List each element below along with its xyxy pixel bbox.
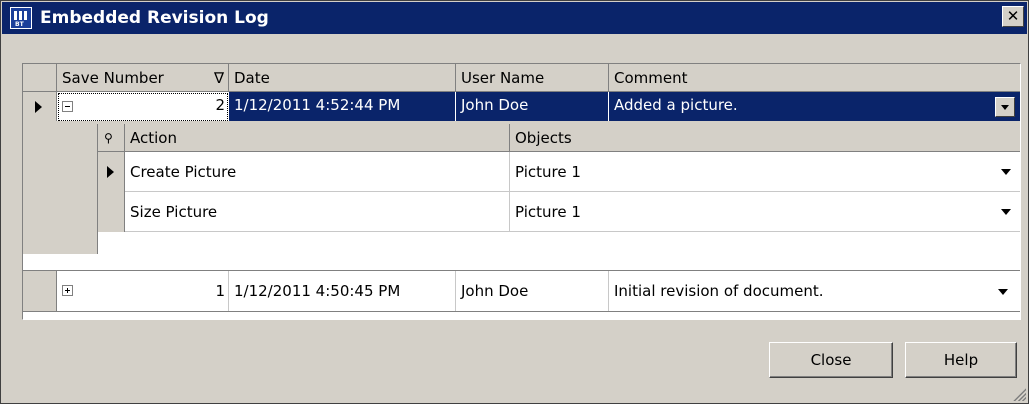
expand-icon[interactable] xyxy=(62,285,73,296)
column-header-date-label: Date xyxy=(234,69,270,87)
column-header-save-number[interactable]: Save Number ∇ xyxy=(57,64,229,92)
revision-grid: Save Number ∇ Date User Name Comment 2 1… xyxy=(22,63,1021,320)
row-selector[interactable] xyxy=(23,271,57,311)
objects-cell[interactable]: Picture 1 xyxy=(510,152,1020,192)
help-button[interactable]: Help xyxy=(905,342,1017,378)
column-header-comment-label: Comment xyxy=(614,69,688,87)
column-header-action[interactable]: Action xyxy=(125,124,510,152)
objects-cell[interactable]: Picture 1 xyxy=(510,192,1020,232)
column-header-date[interactable]: Date xyxy=(229,64,456,92)
row-selector[interactable] xyxy=(23,92,57,122)
chevron-down-icon[interactable] xyxy=(1001,209,1011,215)
comment-text: Added a picture. xyxy=(614,96,738,114)
column-header-save-number-label: Save Number xyxy=(62,69,164,87)
chevron-down-icon[interactable] xyxy=(998,289,1008,295)
title-bar[interactable]: BT Embedded Revision Log ✕ xyxy=(2,2,1027,34)
window-title: Embedded Revision Log xyxy=(40,8,269,28)
revision-log-dialog: BT Embedded Revision Log ✕ Save Number ∇… xyxy=(0,0,1029,404)
resize-grip[interactable] xyxy=(1012,387,1026,401)
table-row[interactable]: 1 xyxy=(57,271,229,311)
column-header-comment[interactable]: Comment xyxy=(609,64,1020,92)
current-row-arrow-icon xyxy=(107,166,114,178)
date-cell[interactable]: 1/12/2011 4:50:45 PM xyxy=(229,271,456,311)
search-icon[interactable]: ⚲ xyxy=(104,124,113,151)
column-header-objects[interactable]: Objects xyxy=(510,124,1020,152)
current-row-arrow-icon xyxy=(35,101,42,113)
action-cell[interactable]: Size Picture xyxy=(125,192,510,232)
save-number-cell: 2 xyxy=(215,96,225,114)
comment-cell[interactable]: Added a picture. xyxy=(609,92,1020,122)
column-header-action-label: Action xyxy=(130,129,177,147)
objects-text: Picture 1 xyxy=(515,203,581,221)
user-name-cell[interactable]: John Doe xyxy=(456,92,609,122)
child-header-selector: ⚲ xyxy=(98,124,125,152)
column-header-user-name[interactable]: User Name xyxy=(456,64,609,92)
header-row-selector xyxy=(23,64,57,92)
collapse-icon[interactable] xyxy=(62,101,73,112)
child-row-selector[interactable] xyxy=(98,152,125,192)
user-name-cell[interactable]: John Doe xyxy=(456,271,609,311)
comment-text: Initial revision of document. xyxy=(614,282,824,300)
objects-text: Picture 1 xyxy=(515,163,581,181)
app-logo-icon: BT xyxy=(10,7,32,29)
action-cell[interactable]: Create Picture xyxy=(125,152,510,192)
sort-descending-icon: ∇ xyxy=(213,69,224,87)
table-row[interactable]: 2 xyxy=(57,92,229,122)
date-cell[interactable]: 1/12/2011 4:52:44 PM xyxy=(229,92,456,122)
save-number-cell: 1 xyxy=(215,282,225,300)
column-header-objects-label: Objects xyxy=(515,129,572,147)
child-row-selector[interactable] xyxy=(98,192,125,232)
close-icon[interactable]: ✕ xyxy=(1002,6,1024,27)
chevron-down-icon[interactable] xyxy=(1001,169,1011,175)
column-header-user-name-label: User Name xyxy=(461,69,545,87)
actions-table: ⚲ Action Objects Create Picture Picture … xyxy=(97,124,1020,254)
comment-dropdown-button[interactable] xyxy=(995,97,1015,117)
comment-cell[interactable]: Initial revision of document. xyxy=(609,271,1020,311)
close-button[interactable]: Close xyxy=(769,342,893,378)
